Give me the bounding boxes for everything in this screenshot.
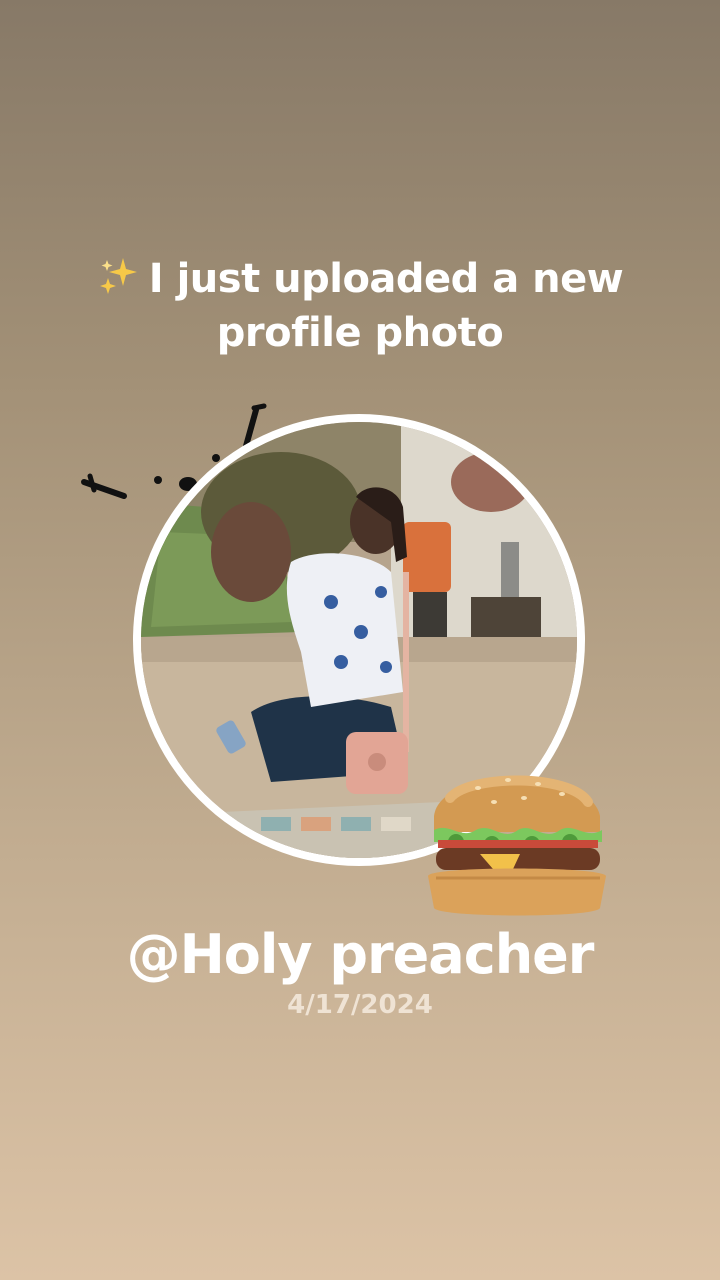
hamburger-sticker xyxy=(428,775,606,916)
username: @Holy preacher xyxy=(126,923,595,986)
sparkles-icon xyxy=(99,258,137,294)
headline-text: I just uploaded a new profile photo xyxy=(148,256,624,356)
headline: I just uploaded a new profile photo xyxy=(60,252,660,360)
post-date: 4/17/2024 xyxy=(287,990,433,1020)
